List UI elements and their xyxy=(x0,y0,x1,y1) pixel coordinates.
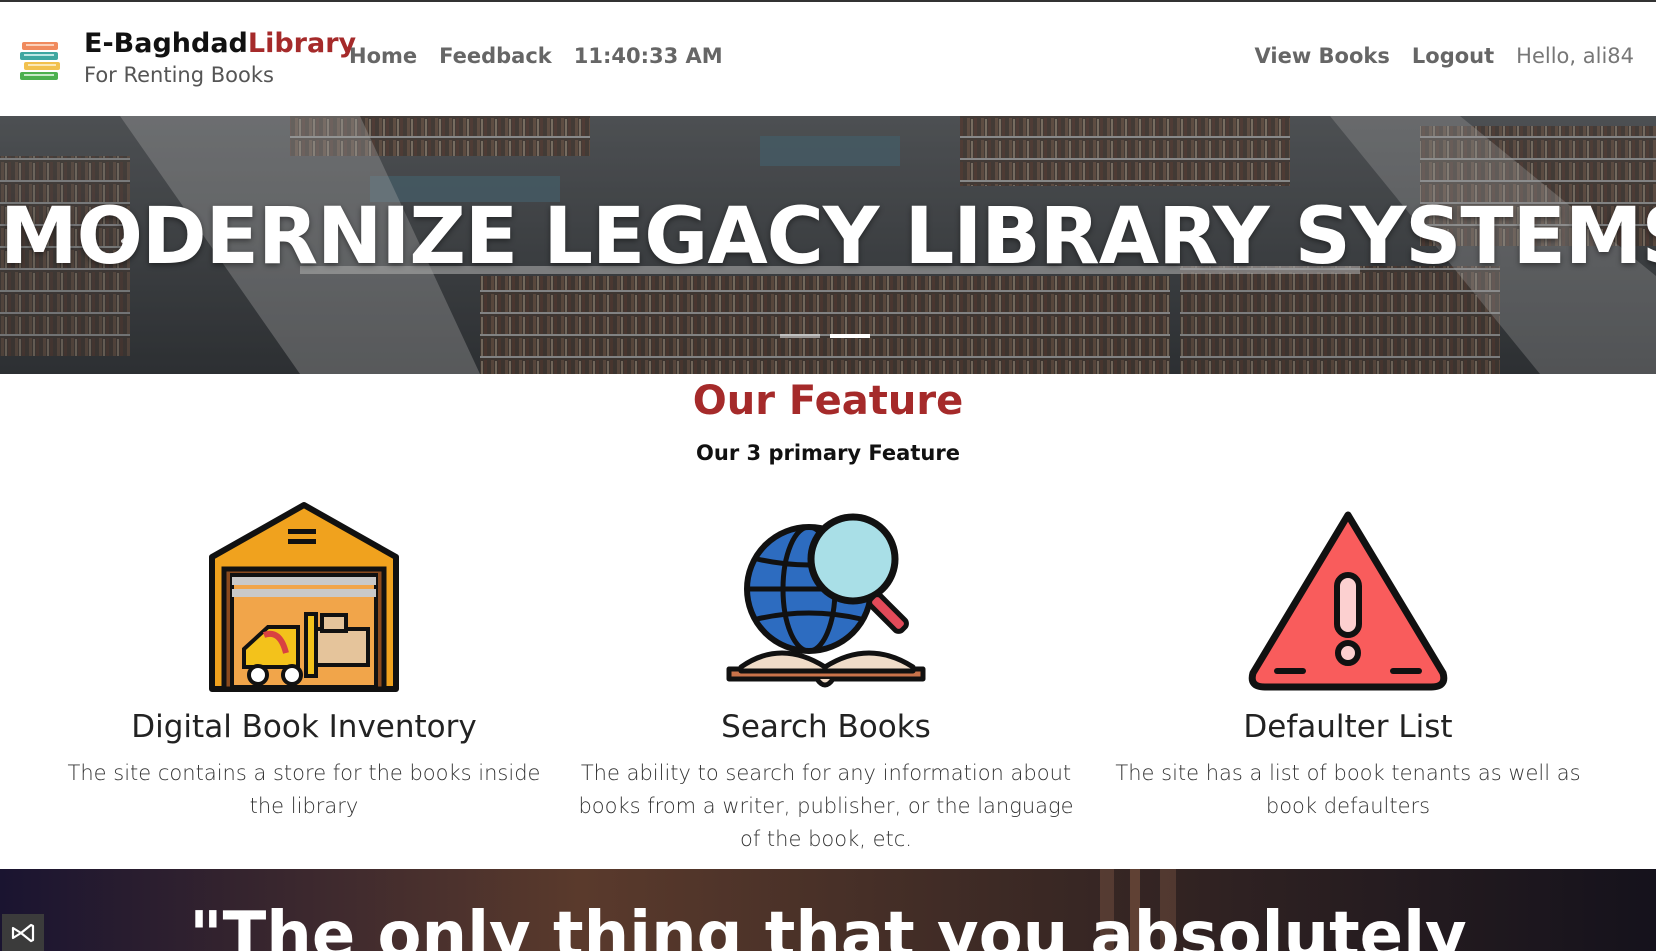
feature-description: The site has a list of book tenants as w… xyxy=(1115,761,1581,818)
nav-logout-link[interactable]: Logout xyxy=(1412,44,1494,68)
warning-triangle-icon xyxy=(1248,511,1448,691)
brand-name-accent: Library xyxy=(247,28,357,59)
nav-home-link[interactable]: Home xyxy=(349,44,417,68)
feature-card-inventory: Digital Book Inventory The site contains… xyxy=(54,495,554,823)
navbar: E-BaghdadLibrary For Renting Books Home … xyxy=(0,2,1656,116)
hero-title: MODERNIZE LEGACY LIBRARY SYSTEMS xyxy=(0,192,1656,282)
feature-card-search: Search Books The ability to search for a… xyxy=(576,495,1076,856)
feature-description: The site contains a store for the books … xyxy=(67,761,541,818)
brand-name: E-BaghdadLibrary xyxy=(84,28,357,59)
vs-toolbar-button[interactable] xyxy=(2,914,44,951)
chevron-left-icon: ‹ xyxy=(118,217,134,263)
hero-carousel: MODERNIZE LEGACY LIBRARY SYSTEMS ‹ xyxy=(0,116,1656,374)
quote-section: "The only thing that you absolutely xyxy=(0,869,1656,951)
books-logo-icon xyxy=(20,42,60,80)
user-greeting: Hello, ali84 xyxy=(1516,44,1634,68)
features-title: Our Feature xyxy=(692,378,964,424)
nav-feedback-link[interactable]: Feedback xyxy=(439,44,552,68)
feature-title: Defaulter List xyxy=(1243,709,1453,745)
carousel-indicator-1[interactable] xyxy=(780,334,820,338)
brand-tagline: For Renting Books xyxy=(84,63,274,87)
clock: 11:40:33 AM xyxy=(573,44,723,68)
brand[interactable]: E-BaghdadLibrary For Renting Books xyxy=(18,28,356,90)
features-subtitle: Our 3 primary Feature xyxy=(696,441,960,465)
quote-text: "The only thing that you absolutely xyxy=(189,899,1467,951)
feature-title: Digital Book Inventory xyxy=(131,709,477,745)
nav-left: Home Feedback 11:40:33 AM xyxy=(349,44,723,68)
feature-title: Search Books xyxy=(721,709,931,745)
warehouse-icon xyxy=(209,502,399,692)
nav-right: View Books Logout Hello, ali84 xyxy=(1255,44,1634,68)
feature-card-defaulter: Defaulter List The site has a list of bo… xyxy=(1098,495,1598,823)
carousel-indicator-2[interactable] xyxy=(830,334,870,338)
feature-description: The ability to search for any informatio… xyxy=(578,761,1074,851)
carousel-prev-button[interactable]: ‹ xyxy=(106,217,146,263)
visual-studio-icon xyxy=(11,923,35,942)
nav-view-books-link[interactable]: View Books xyxy=(1255,44,1390,68)
carousel-indicators xyxy=(780,334,870,338)
globe-search-book-icon xyxy=(726,513,926,688)
